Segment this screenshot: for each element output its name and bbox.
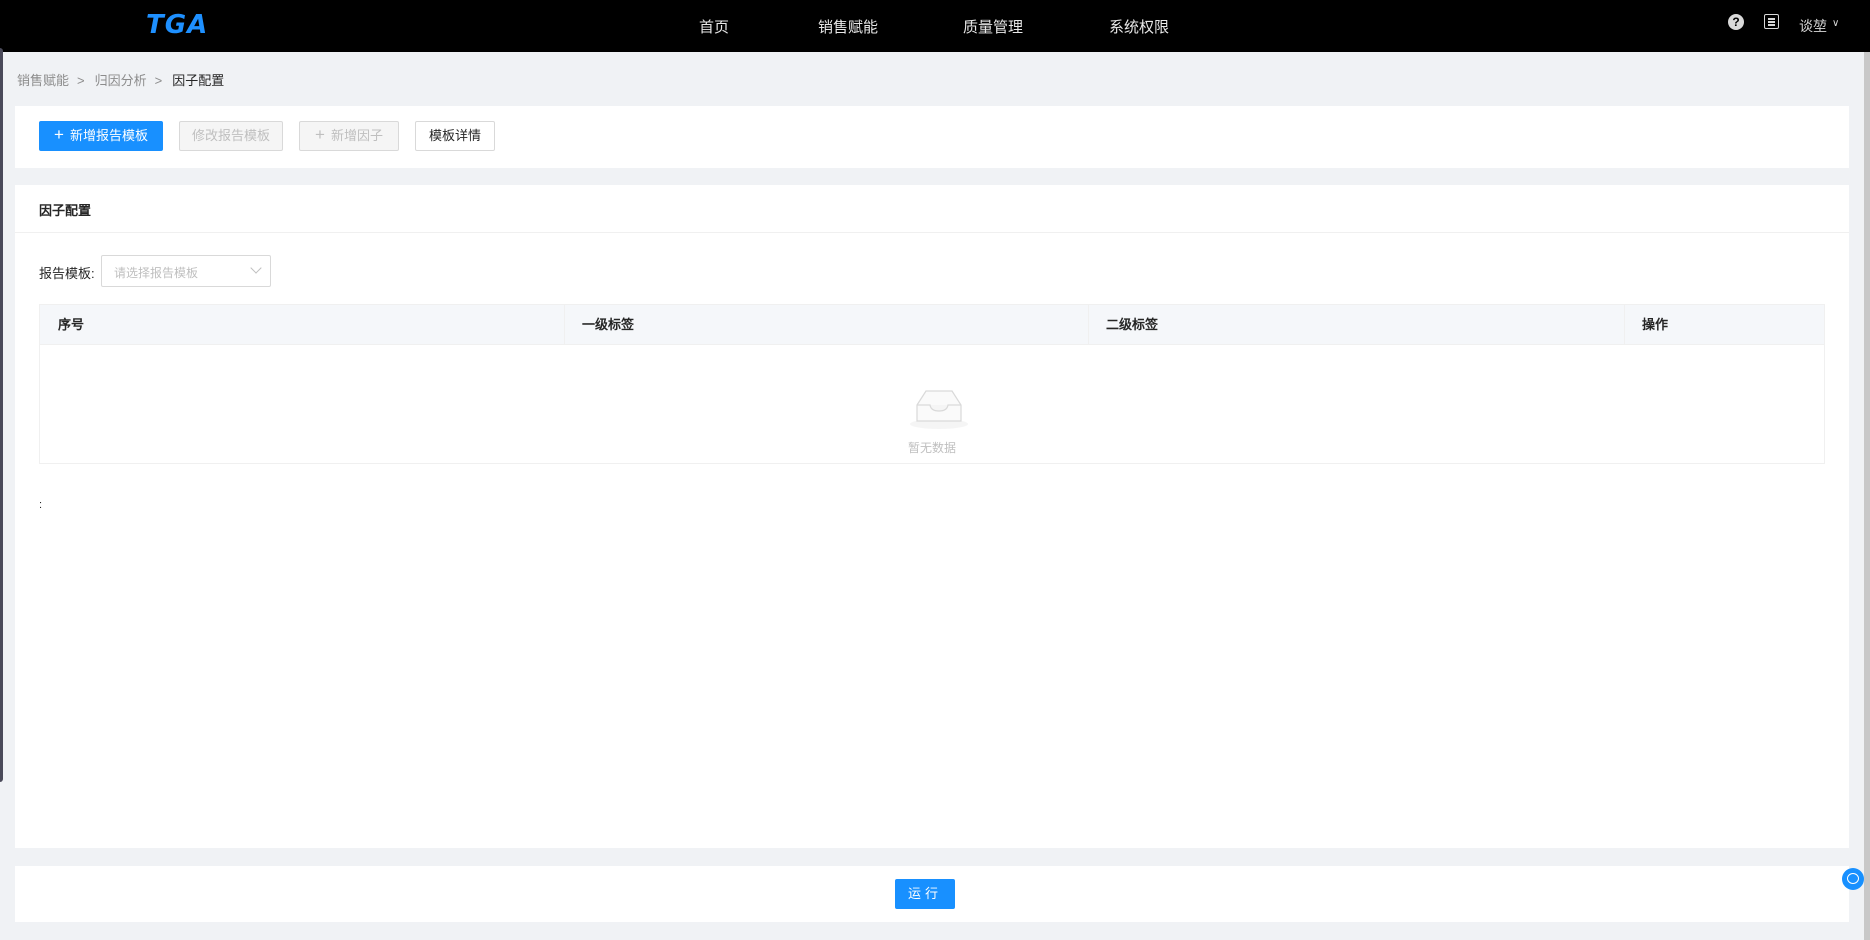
factor-config-card: 因子配置 报告模板: 请选择报告模板 序号 一级标签 二级标签 操作 暂无数据 … [15, 185, 1849, 848]
report-template-label: 报告模板: [39, 266, 95, 281]
left-window-edge [0, 48, 3, 782]
add-factor-label: 新增因子 [330, 128, 383, 143]
breadcrumb-separator: > [77, 73, 85, 88]
plus-icon: + [315, 125, 325, 144]
vertical-scrollbar[interactable] [1864, 52, 1870, 940]
nav-home[interactable]: 首页 [699, 16, 729, 37]
card-title: 因子配置 [39, 203, 92, 218]
table-header: 序号 一级标签 二级标签 操作 [40, 305, 1824, 345]
footer-card: 运行 [15, 866, 1849, 922]
empty-state-text: 暂无数据 [907, 441, 956, 455]
add-template-button[interactable]: + 新增报告模板 [39, 121, 163, 151]
stray-text: : [39, 499, 43, 511]
run-button[interactable]: 运行 [895, 879, 955, 909]
breadcrumb-item-attribution[interactable]: 归因分析 [95, 73, 147, 88]
breadcrumb-item-current: 因子配置 [172, 73, 225, 88]
add-template-label: 新增报告模板 [69, 128, 148, 143]
app-logo[interactable]: TGA [146, 10, 208, 40]
divider [15, 232, 1849, 233]
breadcrumb: 销售赋能 > 归因分析 > 因子配置 [17, 70, 230, 89]
plus-icon: + [54, 125, 64, 144]
nav-sales-enablement[interactable]: 销售赋能 [818, 16, 878, 37]
user-name[interactable]: 谈堃 [1799, 16, 1827, 36]
help-icon[interactable]: ? [1728, 14, 1744, 30]
nav-quality-management[interactable]: 质量管理 [963, 16, 1023, 37]
breadcrumb-separator: > [154, 73, 163, 88]
column-header-level2-tag: 二级标签 [1106, 317, 1159, 332]
edit-template-button[interactable]: 修改报告模板 [179, 121, 283, 151]
column-header-index: 序号 [58, 317, 85, 332]
top-navigation-bar: TGA 首页 销售赋能 质量管理 系统权限 ? 谈堃 ∨ [0, 0, 1870, 52]
add-factor-button[interactable]: + 新增因子 [299, 121, 399, 151]
select-placeholder: 请选择报告模板 [114, 266, 199, 280]
empty-inbox-icon [910, 390, 968, 429]
nav-system-permissions[interactable]: 系统权限 [1109, 16, 1169, 37]
report-template-select[interactable]: 请选择报告模板 [101, 255, 271, 287]
chat-icon[interactable] [1842, 868, 1864, 890]
report-icon[interactable] [1764, 14, 1779, 29]
breadcrumb-item-sales-enablement[interactable]: 销售赋能 [17, 73, 69, 88]
chevron-down-icon[interactable]: ∨ [1832, 18, 1839, 29]
factor-table: 序号 一级标签 二级标签 操作 暂无数据 [39, 304, 1825, 464]
chevron-down-icon [250, 262, 262, 274]
column-header-level1-tag: 一级标签 [582, 317, 635, 332]
column-header-actions: 操作 [1642, 317, 1669, 332]
toolbar-card: + 新增报告模板 修改报告模板 + 新增因子 模板详情 [15, 106, 1849, 168]
template-detail-button[interactable]: 模板详情 [415, 121, 495, 151]
